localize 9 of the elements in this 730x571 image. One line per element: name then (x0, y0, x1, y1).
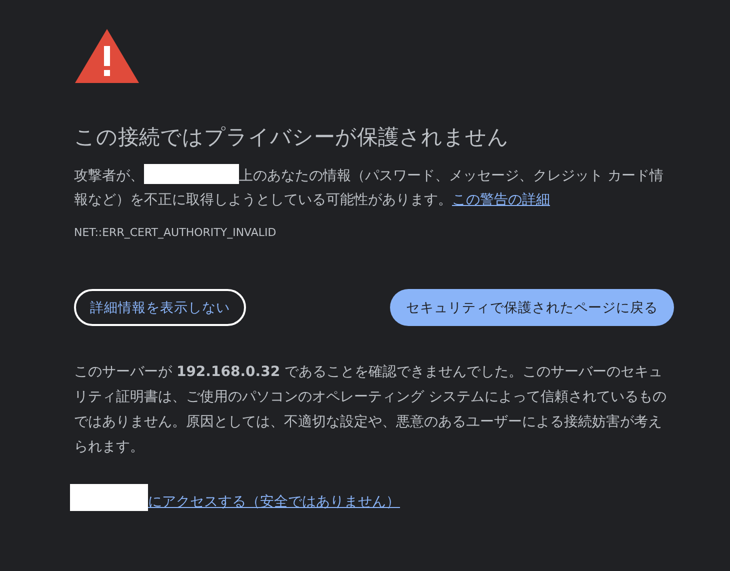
back-to-safety-button[interactable]: セキュリティで保護されたページに戻る (390, 289, 674, 326)
details-text: このサーバーが 192.168.0.32 であることを確認できませんでした。このサーバーのセキュリティ証明書は、ご使用のパソコンのオペレーティング システムによって信頼されているものではありません。原因としては、不適切な設定や、悪意のあるユーザーによる接続妨害が考えられます。 (74, 363, 668, 457)
warning-icon (74, 28, 140, 84)
proceed-link[interactable]: にアクセスする（安全ではありません） (148, 493, 400, 511)
page-heading: この接続ではプライバシーが保護されません (74, 124, 510, 151)
details-link[interactable]: この警告の詳細 (452, 192, 550, 208)
error-code: NET::ERR_CERT_AUTHORITY_INVALID (74, 226, 278, 239)
warning-text: 攻撃者が、 上のあなたの情報（パスワード、メッセージ、クレジット カード情報など）を不正に取得しようとしている可能性があります。この警告の詳細 (74, 164, 674, 212)
hide-details-button[interactable]: 詳細情報を表示しない (74, 289, 246, 326)
